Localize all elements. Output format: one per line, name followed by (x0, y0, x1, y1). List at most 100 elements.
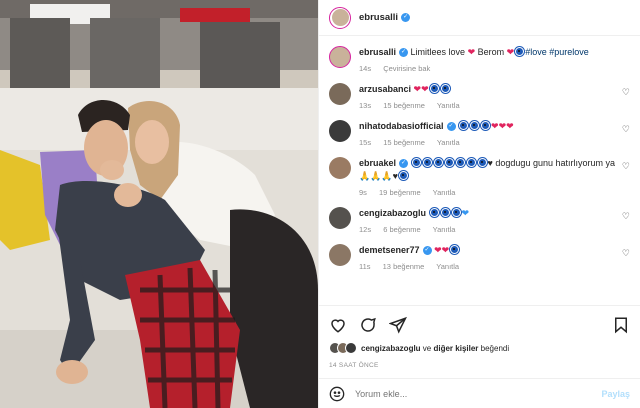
comment-time[interactable]: 15s (359, 138, 371, 147)
likes-summary: cengizabazoglu ve diğer kişiler beğendi (329, 342, 630, 354)
heart-icon[interactable] (329, 316, 347, 334)
nazar-emoji (455, 158, 465, 167)
comment-item: cengizabazoglu ❤ 12s 6 beğenme Yanıtla ♡ (329, 207, 630, 234)
liker-avatars[interactable] (329, 342, 357, 354)
like-comment-heart-icon[interactable]: ♡ (622, 211, 630, 222)
nazar-emoji (422, 158, 432, 167)
red-heart-emoji: ❤ (506, 47, 515, 57)
pray-emoji: 🙏🙏🙏 (359, 171, 393, 181)
caption-meta: 14s Çevirisine bak (359, 64, 630, 73)
nazar-emoji (429, 84, 439, 93)
nazar-emoji (444, 158, 454, 167)
comment-username[interactable]: ebruakel (359, 158, 396, 168)
like-comment-heart-icon[interactable]: ♡ (622, 161, 630, 172)
caption-username[interactable]: ebrusalli (359, 47, 396, 57)
verified-badge-icon: ✓ (422, 246, 432, 256)
caption-hashtags[interactable]: #love #purelove (525, 47, 589, 57)
nazar-emoji (466, 158, 476, 167)
caption-avatar[interactable] (329, 46, 351, 68)
black-heart-emoji: ♥ (487, 158, 493, 168)
comment-username[interactable]: arzusabanci (359, 84, 411, 94)
comment-likes[interactable]: 15 beğenme (383, 138, 425, 147)
nazar-emoji (451, 208, 461, 217)
verified-badge-icon: ✓ (399, 48, 409, 58)
caption: ebrusalli ✓ Limitlees love ❤ Berom ❤ #love… (329, 46, 630, 73)
share-icon[interactable] (389, 316, 407, 334)
nazar-emoji (440, 208, 450, 217)
nazar-emoji (470, 121, 480, 130)
post-comment-button[interactable]: Paylaş (601, 389, 630, 399)
reply-button[interactable]: Yanıtla (437, 138, 460, 147)
comment-username[interactable]: demetsener77 (359, 245, 420, 255)
likes-others-link[interactable]: diğer kişiler (433, 344, 478, 353)
caption-text: Limitlees love (410, 47, 466, 57)
comment-avatar[interactable] (329, 120, 351, 142)
post-header: ebrusalli ✓ (319, 0, 640, 36)
comment-likes[interactable]: 6 beğenme (383, 225, 421, 234)
post-actions: cengizabazoglu ve diğer kişiler beğendi … (319, 305, 640, 369)
post-timestamp[interactable]: 14 SAAT ÖNCE (329, 362, 630, 369)
like-comment-heart-icon[interactable]: ♡ (622, 124, 630, 135)
comment-item: nihatodabasiofficial ✓ ❤❤❤ 15s 15 beğenme… (329, 120, 630, 147)
post-image (0, 0, 318, 408)
comment-item: ebruakel ✓ ♥ dogdugu gunu hatırlıyorum ya… (329, 157, 630, 197)
like-comment-heart-icon[interactable]: ♡ (622, 248, 630, 259)
comment-input[interactable] (355, 388, 602, 399)
nazar-emoji (481, 121, 491, 130)
likes-connector: ve (422, 343, 432, 353)
comment-avatar[interactable] (329, 157, 351, 179)
reply-button[interactable]: Yanıtla (433, 225, 456, 234)
caption-mid: Berom (477, 47, 505, 57)
comment-avatar[interactable] (329, 83, 351, 105)
comments-list[interactable]: ebrusalli ✓ Limitlees love ❤ Berom ❤ #love… (319, 36, 640, 304)
author-username[interactable]: ebrusalli (359, 12, 398, 23)
blue-heart-emoji: ❤ (461, 208, 470, 218)
verified-badge-icon: ✓ (446, 122, 456, 132)
nazar-emoji (429, 208, 439, 217)
verified-badge-icon: ✓ (401, 13, 411, 22)
reply-button[interactable]: Yanıtla (433, 188, 456, 197)
comment-time[interactable]: 12s (359, 225, 371, 234)
nazar-emoji (450, 245, 460, 254)
comment-username[interactable]: nihatodabasiofficial (359, 121, 444, 131)
add-comment-bar: Paylaş (319, 378, 640, 408)
translate-link[interactable]: Çevirisine bak (383, 64, 430, 73)
comment-time[interactable]: 13s (359, 101, 371, 110)
reply-button[interactable]: Yanıtla (436, 262, 459, 271)
comment-likes[interactable]: 15 beğenme (383, 101, 425, 110)
reply-button[interactable]: Yanıtla (437, 101, 460, 110)
nazar-emoji (515, 47, 525, 56)
comment-likes[interactable]: 19 beğenme (379, 188, 421, 197)
caption-time[interactable]: 14s (359, 64, 371, 73)
black-heart-emoji: ♥ (392, 171, 398, 181)
emoji-icon[interactable] (329, 386, 345, 402)
comment-username[interactable]: cengizabazoglu (359, 208, 426, 218)
comment-text: dogdugu gunu hatırlıyorum ya (495, 158, 615, 168)
red-heart-emoji: ❤❤❤ (491, 121, 514, 131)
comment-icon[interactable] (359, 316, 377, 334)
red-heart-emoji: ❤❤ (413, 84, 429, 94)
post-sidebar: ebrusalli ✓ ebrusalli ✓ Limitlees love ❤ … (318, 0, 640, 408)
comment-avatar[interactable] (329, 207, 351, 229)
comment-time[interactable]: 9s (359, 188, 367, 197)
nazar-emoji (433, 158, 443, 167)
liker-username[interactable]: cengizabazoglu (361, 344, 421, 353)
comment-item: demetsener77 ✓ ❤❤ 11s 13 beğenme Yanıtla … (329, 244, 630, 271)
nazar-emoji (440, 84, 450, 93)
comment-avatar[interactable] (329, 244, 351, 266)
red-heart-emoji: ❤ (467, 47, 476, 57)
bookmark-icon[interactable] (612, 316, 630, 334)
red-heart-emoji: ❤❤ (434, 245, 450, 255)
like-comment-heart-icon[interactable]: ♡ (622, 87, 630, 98)
comment-time[interactable]: 11s (359, 262, 371, 271)
nazar-emoji (411, 158, 421, 167)
nazar-emoji (477, 158, 487, 167)
comment-likes[interactable]: 13 beğenme (383, 262, 425, 271)
post-photo[interactable] (0, 0, 318, 408)
verified-badge-icon: ✓ (399, 159, 409, 169)
nazar-emoji (459, 121, 469, 130)
nazar-emoji (398, 171, 408, 180)
likes-suffix: beğendi (480, 343, 510, 353)
comment-item: arzusabanci ❤❤ 13s 15 beğenme Yanıtla ♡ (329, 83, 630, 110)
author-avatar[interactable] (329, 6, 351, 29)
